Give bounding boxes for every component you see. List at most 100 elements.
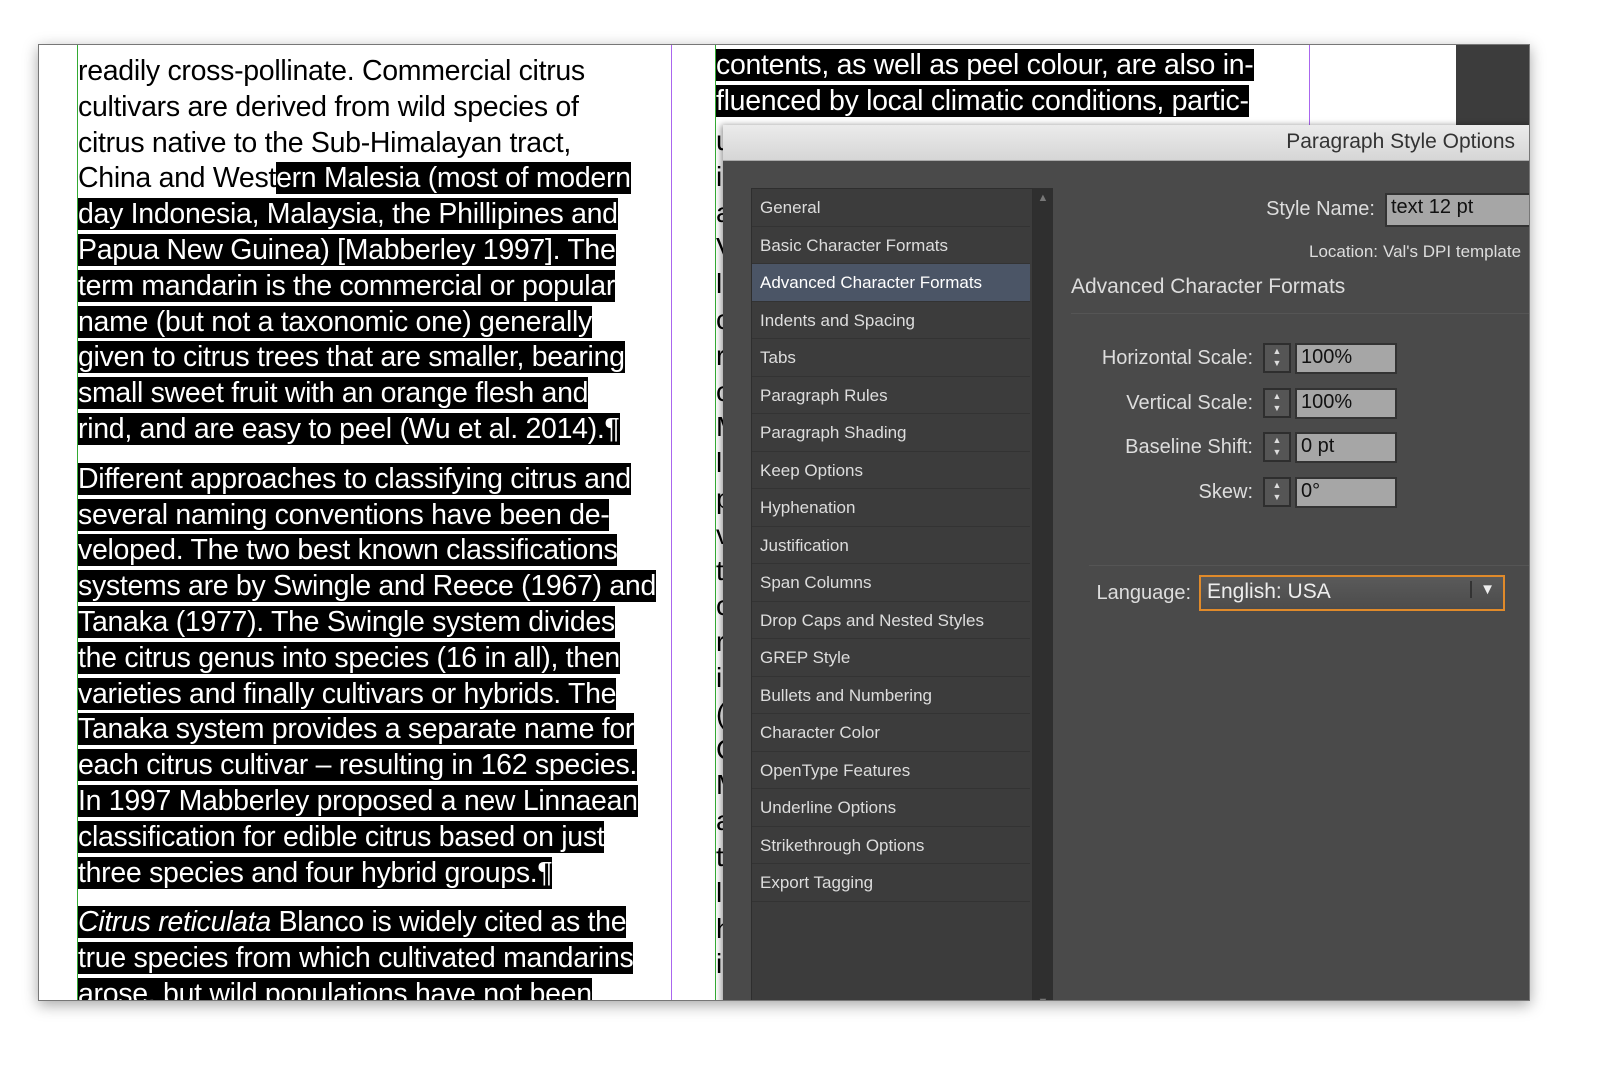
field-label: Vertical Scale: bbox=[1126, 391, 1253, 414]
selected-text-run: Different approaches to classifying citr… bbox=[78, 462, 631, 495]
scroll-down-icon[interactable]: ▼ bbox=[1033, 996, 1053, 1000]
selected-text-run: name (but not a taxonomic one) generally bbox=[78, 305, 592, 338]
category-item[interactable]: Span Columns bbox=[752, 564, 1030, 602]
paragraph-style-options-dialog: Paragraph Style Options General Basic Cha… bbox=[723, 125, 1529, 1000]
text-line: name (but not a taxonomic one) generally bbox=[78, 305, 656, 341]
category-item[interactable]: Drop Caps and Nested Styles bbox=[752, 602, 1030, 639]
selected-text-run: true species from which cultivated manda… bbox=[78, 942, 634, 975]
category-item[interactable]: Tabs bbox=[752, 339, 1030, 377]
field-input[interactable]: 0 pt bbox=[1295, 432, 1397, 463]
stepper-arrows-icon[interactable]: ▲ ▼ bbox=[1263, 343, 1291, 373]
selected-text-run: Tanaka system provides a separate name f… bbox=[78, 713, 635, 746]
divider bbox=[1089, 565, 1529, 566]
selected-text-run: arose, but wild populations have not bee… bbox=[78, 977, 592, 1000]
text-line: readily cross-pollinate. Commercial citr… bbox=[78, 54, 656, 90]
text-line: fluenced by local climatic conditions, p… bbox=[716, 84, 1249, 117]
text-fragment: l bbox=[716, 876, 723, 908]
category-item[interactable]: Advanced Character Formats bbox=[752, 264, 1030, 302]
selected-text-run: given to citrus trees that are smaller, … bbox=[78, 341, 625, 374]
text-run: China and West bbox=[78, 162, 277, 195]
category-item[interactable]: Justification bbox=[752, 527, 1030, 564]
text-line: contents, as well as peel colour, are al… bbox=[716, 49, 1254, 81]
category-item[interactable]: Character Color bbox=[752, 714, 1030, 752]
selected-text-run: Blanco is widely cited as the bbox=[270, 906, 627, 939]
text-run: citrus native to the Sub-Himalayan tract… bbox=[78, 126, 572, 159]
category-item[interactable]: Bullets and Numbering bbox=[752, 677, 1030, 714]
chevron-down-icon: ▼ bbox=[1470, 581, 1495, 598]
text-fragment: l bbox=[716, 447, 723, 479]
category-item[interactable]: Indents and Spacing bbox=[752, 302, 1030, 339]
category-item[interactable]: Strikethrough Options bbox=[752, 827, 1030, 864]
field-label: Horizontal Scale: bbox=[1101, 347, 1253, 369]
selected-text-run: each citrus cultivar – resulting in 162 … bbox=[78, 749, 638, 782]
text-run: cultivars are derived from wild species … bbox=[78, 90, 579, 123]
category-item[interactable]: Paragraph Shading bbox=[752, 414, 1030, 452]
text-fragment: l bbox=[716, 268, 723, 300]
field-label: Baseline Shift: bbox=[1125, 436, 1253, 458]
selected-text-run: classification for edible citrus based o… bbox=[78, 820, 605, 853]
language-dropdown[interactable]: English: USA ▼ bbox=[1199, 575, 1505, 611]
stepper-arrows-icon[interactable]: ▲ ▼ bbox=[1263, 476, 1291, 507]
text-column-2[interactable]: contents, as well as peel colour, are al… bbox=[716, 48, 1254, 120]
text-fragment: i bbox=[716, 662, 723, 693]
language-value: English: USA bbox=[1207, 580, 1331, 603]
text-fragment: i bbox=[716, 948, 723, 980]
document-page: readily cross-pollinate. Commercial citr… bbox=[38, 44, 1530, 1001]
text-line: China and Western Malesia (most of moder… bbox=[78, 161, 656, 197]
selected-text-run: systems are by Swingle and Reece (1967) … bbox=[78, 570, 657, 603]
selected-text-run: ern Malesia (most of modern bbox=[276, 162, 631, 195]
selected-text-run: several naming conventions have been de- bbox=[78, 498, 610, 531]
category-item[interactable]: Keep Options bbox=[752, 452, 1030, 489]
text-line: rind, and are easy to peel (Wu et al. 20… bbox=[78, 412, 656, 448]
divider bbox=[1071, 313, 1529, 314]
stepper-arrows-icon[interactable]: ▲ ▼ bbox=[1263, 432, 1291, 462]
text-line: given to citrus trees that are smaller, … bbox=[78, 340, 656, 376]
column-guide bbox=[671, 45, 672, 1000]
category-item[interactable]: General bbox=[752, 189, 1030, 227]
selected-text-run: varieties and finally cultivars or hybri… bbox=[78, 677, 617, 710]
text-line: term mandarin is the commercial or popul… bbox=[78, 269, 656, 305]
category-list[interactable]: General Basic Character Formats Advanced C… bbox=[751, 188, 1033, 1000]
text-fragment: i bbox=[716, 160, 723, 192]
paragraph: Different approaches to classifying citr… bbox=[78, 462, 656, 892]
selected-text-run: the citrus genus into species (16 in all… bbox=[78, 641, 620, 674]
selected-text-run: Papua New Guinea) [Mabberley 1997]. The bbox=[78, 233, 616, 266]
category-item[interactable]: Paragraph Rules bbox=[752, 377, 1030, 414]
text-line: Papua New Guinea) [Mabberley 1997]. The bbox=[78, 233, 656, 269]
selected-text-run: Tanaka (1977). The Swingle system divide… bbox=[78, 605, 615, 638]
selected-text-run: veloped. The two best known classificati… bbox=[78, 534, 618, 567]
field-input[interactable]: 100% bbox=[1295, 343, 1397, 374]
category-item[interactable]: Export Tagging bbox=[752, 864, 1030, 902]
language-label: Language: bbox=[1096, 582, 1191, 604]
text-line: cultivars are derived from wild species … bbox=[78, 90, 656, 126]
category-item[interactable]: Hyphenation bbox=[752, 489, 1030, 527]
location-label: Location: bbox=[1309, 242, 1378, 261]
text-line: small sweet fruit with an orange flesh a… bbox=[78, 376, 656, 412]
selected-text-run: term mandarin is the commercial or popul… bbox=[78, 269, 616, 302]
scroll-up-icon[interactable]: ▲ bbox=[1033, 192, 1053, 204]
category-item[interactable]: Underline Options bbox=[752, 789, 1030, 827]
dialog-title: Paragraph Style Options bbox=[723, 125, 1529, 161]
italic-text: Citrus reticulata bbox=[78, 906, 271, 939]
selected-text-run: small sweet fruit with an orange flesh a… bbox=[78, 377, 589, 410]
text-line: day Indonesia, Malaysia, the Phillipines… bbox=[78, 197, 656, 233]
text-run: readily cross-pollinate. Commercial citr… bbox=[78, 55, 585, 87]
style-name-label: Style Name: bbox=[1266, 198, 1375, 220]
selected-text-run: day Indonesia, Malaysia, the Phillipines… bbox=[78, 198, 618, 231]
field-label: Skew: bbox=[1198, 480, 1253, 503]
selected-text-run: In 1997 Mabberley proposed a new Linnaea… bbox=[78, 784, 638, 817]
category-item[interactable]: GREP Style bbox=[752, 639, 1030, 677]
selected-text-run: rind, and are easy to peel (Wu et al. 20… bbox=[78, 412, 620, 445]
text-column-1[interactable]: readily cross-pollinate. Commercial citr… bbox=[78, 54, 656, 1000]
paragraph: readily cross-pollinate. Commercial citr… bbox=[78, 54, 656, 448]
category-item[interactable]: Basic Character Formats bbox=[752, 227, 1030, 264]
paragraph: Citrus reticulata Blanco is widely cited… bbox=[78, 905, 656, 1000]
section-title: Advanced Character Formats bbox=[1071, 275, 1346, 298]
field-input[interactable]: 0° bbox=[1295, 476, 1397, 508]
selected-text-run: three species and four hybrid groups.¶ bbox=[78, 856, 553, 889]
category-item[interactable]: OpenType Features bbox=[752, 752, 1030, 789]
stepper-arrows-icon[interactable]: ▲ ▼ bbox=[1263, 387, 1291, 418]
text-line: citrus native to the Sub-Himalayan tract… bbox=[78, 126, 656, 162]
field-input[interactable]: 100% bbox=[1295, 387, 1397, 419]
style-name-input[interactable]: text 12 pt bbox=[1385, 193, 1529, 227]
